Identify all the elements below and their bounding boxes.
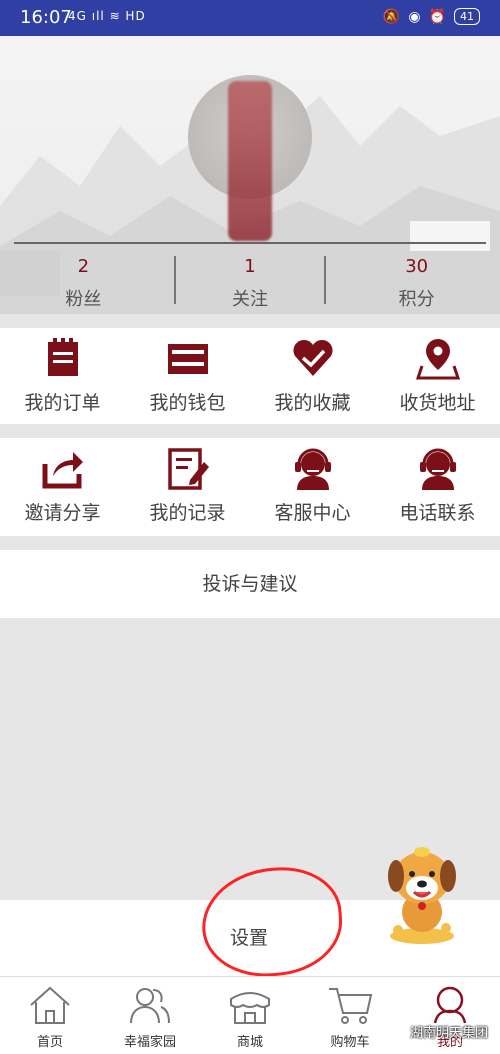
nav-label: 幸福家园	[123, 1035, 176, 1050]
menu-my-orders[interactable]: 我的订单	[0, 328, 125, 424]
stat-label: 关注	[232, 289, 268, 310]
feedback-button[interactable]: 投诉与建议	[0, 550, 500, 618]
signal-wifi-icons: 4G ıll ≋ HD	[68, 9, 146, 23]
mascot-dog-icon[interactable]	[378, 840, 466, 948]
watermark-text: 湖南明天集团	[409, 1026, 488, 1041]
menu-my-wallet[interactable]: 我的钱包	[125, 328, 250, 424]
menu-customer-service[interactable]: 客服中心	[250, 438, 375, 536]
nav-label: 商城	[236, 1035, 263, 1050]
battery-icon: 41	[454, 8, 480, 25]
header-divider	[14, 242, 486, 244]
menu-phone-contact[interactable]: 电话联系	[375, 438, 500, 536]
profile-stats: 2 粉丝 1 关注 30 积分	[0, 256, 500, 311]
menu-label: 我的钱包	[149, 392, 226, 414]
stat-value: 30	[405, 256, 429, 277]
stat-value: 1	[244, 256, 256, 277]
nav-cart[interactable]: 购物车	[300, 977, 400, 1054]
stat-value: 2	[77, 256, 90, 277]
stat-points[interactable]: 30 积分	[333, 256, 500, 311]
community-icon	[130, 988, 170, 1024]
status-bar: 16:07 4G ıll ≋ HD 🔕 ◉ ⏰ 41	[0, 0, 500, 36]
menu-shipping-address[interactable]: 收货地址	[375, 328, 500, 424]
menu-label: 我的记录	[149, 502, 226, 524]
menu-row-2: 邀请分享 我的记录 客服中心 电话联系	[0, 438, 500, 536]
menu-label: 我的收藏	[274, 392, 351, 414]
profile-header: 2 粉丝 1 关注 30 积分	[0, 36, 500, 314]
nav-store[interactable]: 商城	[200, 977, 300, 1054]
stat-separator	[324, 256, 326, 304]
avatar-brush-art	[228, 81, 272, 241]
menu-label: 邀请分享	[24, 502, 101, 524]
favorite-heart-icon	[292, 339, 333, 376]
nav-profile[interactable]: 我的	[400, 977, 500, 1054]
home-icon	[30, 986, 70, 1024]
customer-service-icon	[294, 448, 331, 490]
menu-label: 收货地址	[399, 392, 476, 414]
nav-home[interactable]: 首页	[0, 977, 100, 1054]
menu-my-records[interactable]: 我的记录	[125, 438, 250, 536]
phone-support-icon	[419, 448, 456, 490]
menu-label: 我的订单	[24, 392, 101, 414]
record-edit-icon	[167, 448, 209, 490]
stat-fans[interactable]: 2 粉丝	[0, 256, 167, 311]
menu-invite-share[interactable]: 邀请分享	[0, 438, 125, 536]
menu-label: 客服中心	[274, 502, 351, 524]
alarm-icon: ⏰	[428, 8, 446, 25]
menu-label: 电话联系	[399, 502, 476, 524]
map-pin-icon	[415, 339, 460, 380]
nav-label: 首页	[36, 1035, 63, 1050]
menu-my-favorites[interactable]: 我的收藏	[250, 328, 375, 424]
cart-icon	[329, 988, 373, 1024]
stat-label: 粉丝	[65, 289, 102, 310]
share-icon	[42, 452, 83, 489]
status-time: 16:07	[20, 7, 72, 28]
stat-following[interactable]: 1 关注	[167, 256, 334, 311]
wallet-icon	[167, 344, 208, 374]
stat-label: 积分	[398, 289, 435, 310]
profile-icon	[433, 986, 467, 1024]
bell-mute-icon: 🔕	[382, 8, 401, 25]
stat-separator	[174, 256, 176, 304]
order-icon	[47, 338, 78, 376]
status-right-icons: 🔕 ◉ ⏰ 41	[383, 8, 480, 25]
vpn-icon: ◉	[408, 8, 421, 25]
bottom-nav: 首页 幸福家园 商城 购物车 我的	[0, 976, 500, 1054]
nav-community[interactable]: 幸福家园	[100, 977, 200, 1054]
store-icon	[230, 992, 270, 1024]
menu-row-1: 我的订单 我的钱包 我的收藏 收货地址	[0, 328, 500, 424]
nav-label: 购物车	[330, 1035, 370, 1050]
